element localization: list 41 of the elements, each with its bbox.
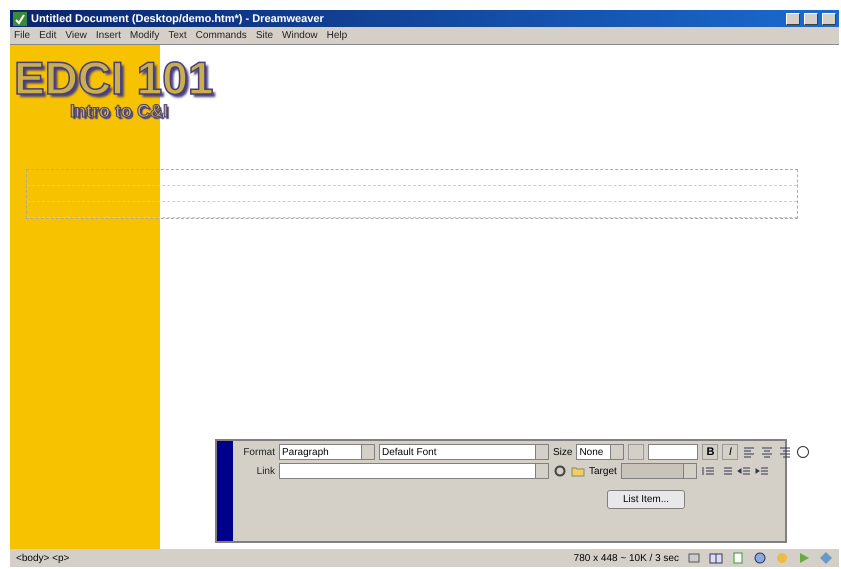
numbered-list-icon[interactable] <box>700 464 715 478</box>
tag-selector: <body> <p> <box>16 552 70 564</box>
link-field[interactable] <box>279 463 549 479</box>
font-dropdown[interactable]: Default Font <box>379 444 549 460</box>
panel-handle[interactable] <box>217 441 233 541</box>
format-label: Format <box>242 446 275 458</box>
document-info: 780 x 448 ~ 10K / 3 sec <box>574 552 679 564</box>
italic-button[interactable]: I <box>722 444 738 460</box>
site-icon[interactable] <box>687 551 701 565</box>
maximize-button[interactable] <box>804 12 818 24</box>
app-icon <box>13 12 27 26</box>
book-icon[interactable] <box>709 551 723 565</box>
menu-item[interactable]: Insert <box>96 30 121 41</box>
menu-item[interactable]: Help <box>326 30 348 41</box>
menu-item[interactable]: Edit <box>39 30 56 41</box>
menu-item[interactable]: View <box>65 30 87 41</box>
globe-icon[interactable] <box>753 551 767 565</box>
align-right-icon[interactable] <box>778 445 792 459</box>
menu-item[interactable]: Modify <box>130 30 160 41</box>
align-center-icon[interactable] <box>760 445 774 459</box>
format-dropdown[interactable]: Paragraph <box>279 444 375 460</box>
menu-item[interactable]: Commands <box>196 30 247 41</box>
menu-item[interactable]: Text <box>168 30 187 41</box>
page-icon[interactable] <box>731 551 745 565</box>
menu-item[interactable]: File <box>14 30 30 41</box>
window-title: Untitled Document (Desktop/demo.htm*) - Dreamweaver <box>31 12 325 24</box>
color-field[interactable] <box>648 444 698 460</box>
menu-item[interactable]: Window <box>282 30 318 41</box>
minimize-button[interactable] <box>786 12 800 24</box>
target-icon[interactable] <box>553 464 567 478</box>
align-left-icon[interactable] <box>742 445 756 459</box>
size-dropdown[interactable]: None <box>576 444 624 460</box>
bold-button[interactable]: B <box>702 444 718 460</box>
help-icon[interactable] <box>796 445 810 459</box>
size-label: Size <box>553 446 572 458</box>
link-label: Link <box>256 466 275 476</box>
list-item-button[interactable]: List Item... <box>607 490 685 509</box>
menu-item[interactable]: Site <box>256 30 274 41</box>
target-label: Target <box>589 466 617 476</box>
color-swatch[interactable] <box>628 444 644 460</box>
close-button[interactable] <box>822 12 836 24</box>
